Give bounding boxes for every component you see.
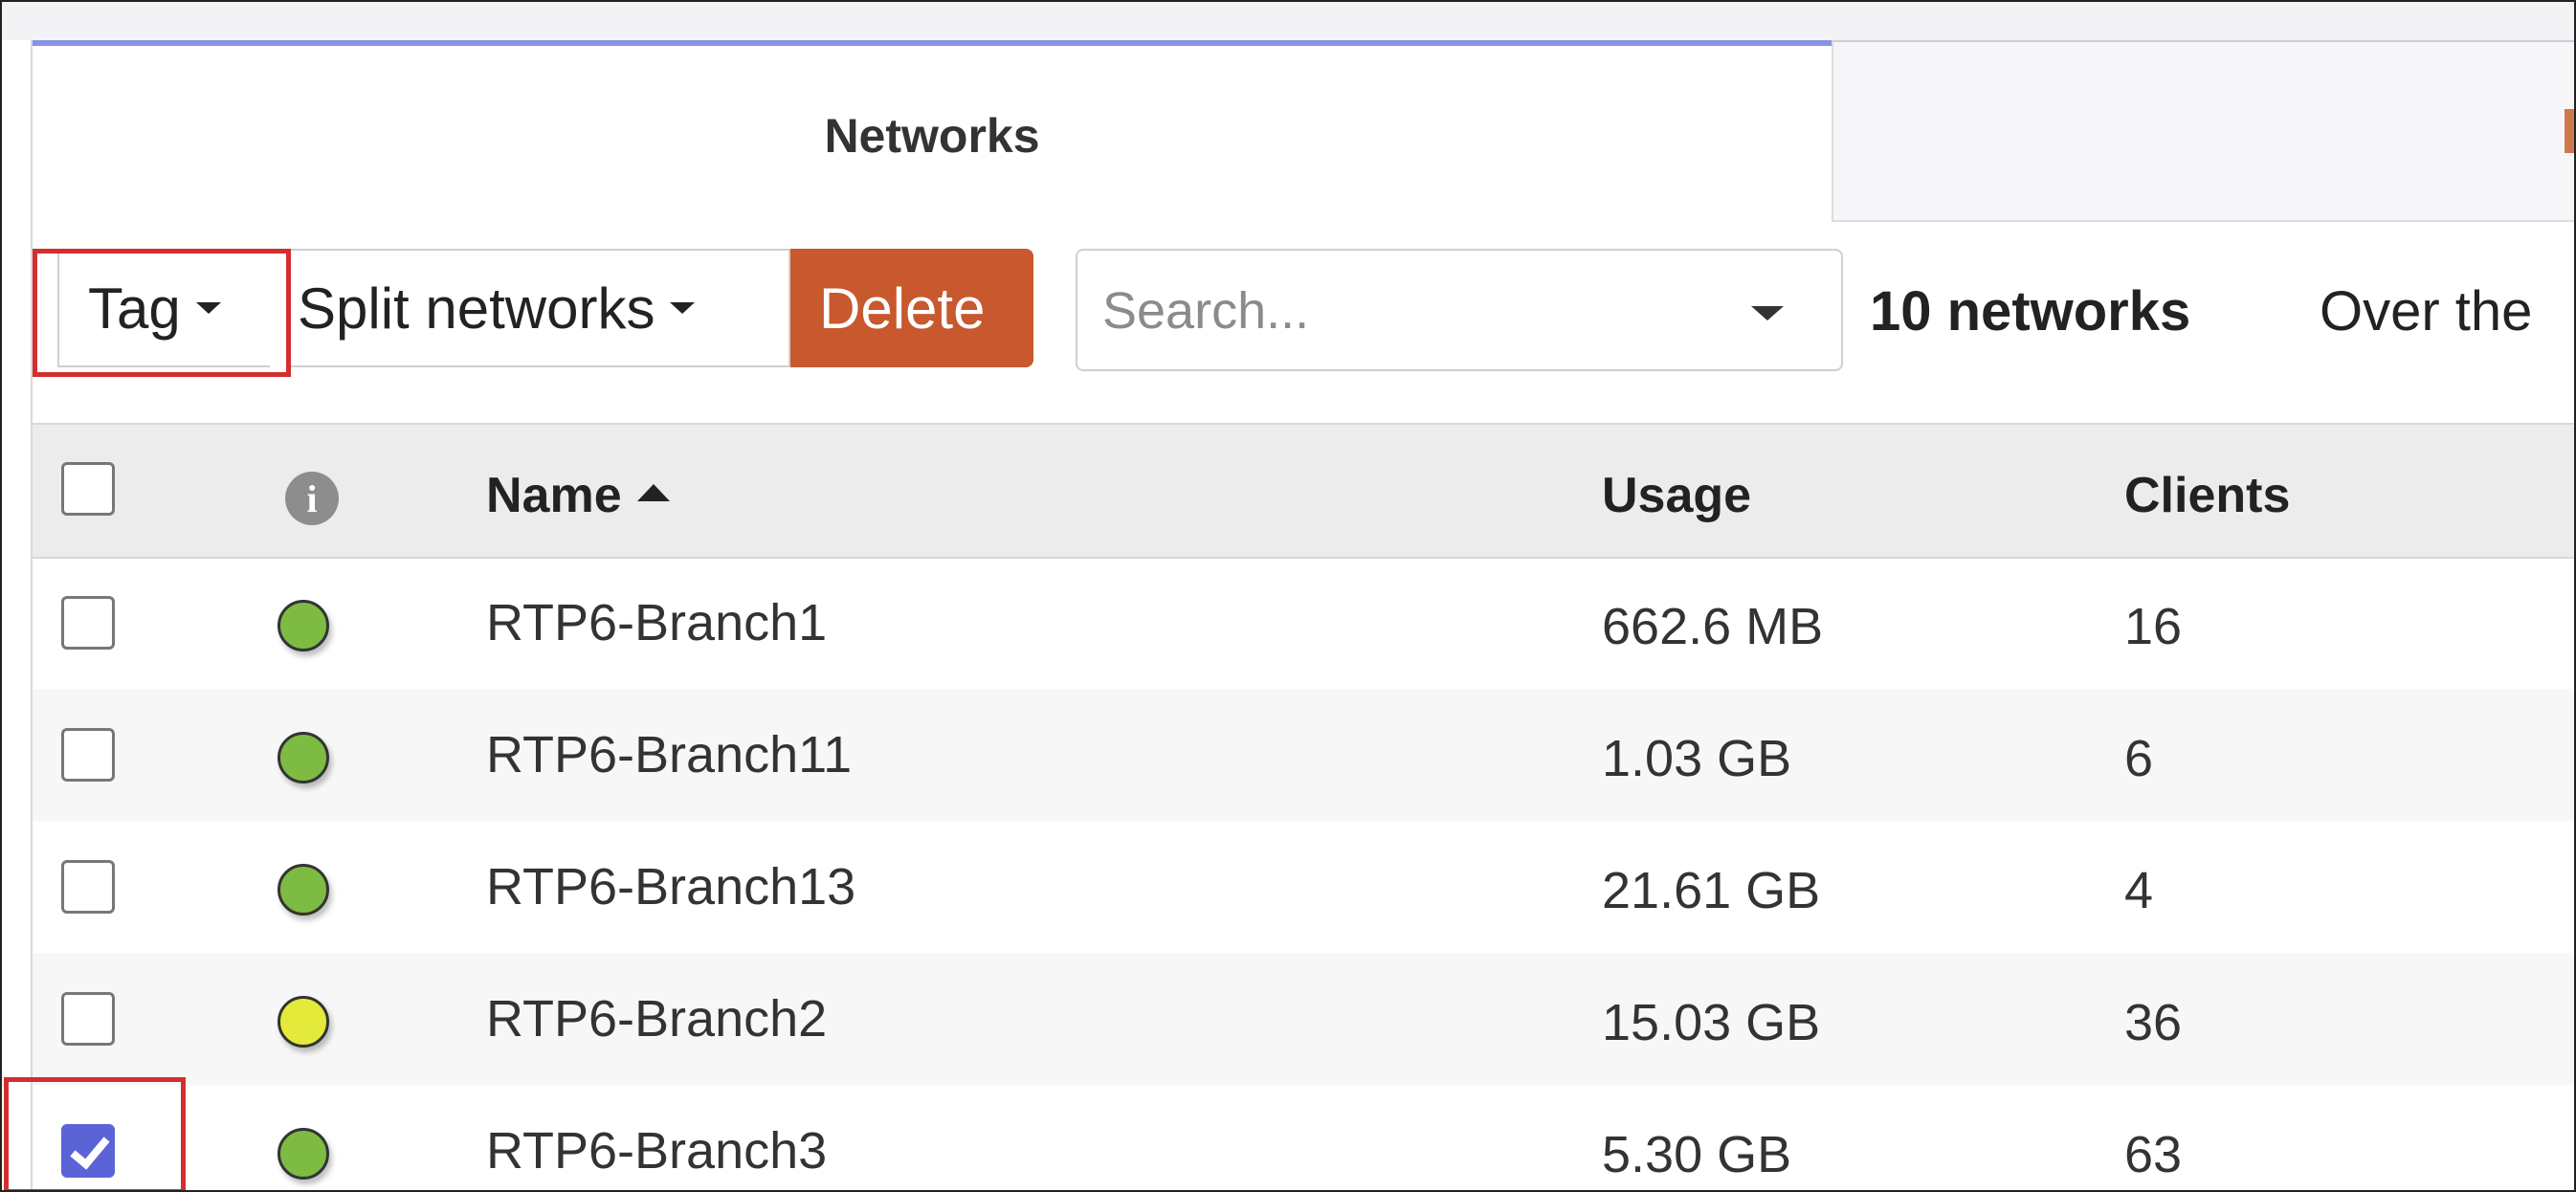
sort-ascending-icon	[636, 484, 670, 502]
tab-other[interactable]	[1832, 42, 2574, 222]
row-checkbox[interactable]	[61, 728, 115, 782]
table-row[interactable]: RTP6-Branch13 21.61 GB 4	[33, 821, 2574, 953]
search-input[interactable]	[1100, 272, 1717, 350]
network-name[interactable]: RTP6-Branch13	[486, 857, 855, 916]
over-the-text: Over the	[2320, 280, 2533, 342]
tab-networks[interactable]: Networks	[33, 40, 1832, 226]
row-checkbox[interactable]	[61, 596, 115, 650]
row-checkbox[interactable]	[61, 992, 115, 1046]
status-yellow-icon	[278, 996, 329, 1048]
toolbar: Tag Split networks Delete 10 networks Ov…	[33, 241, 2574, 375]
table-row[interactable]: RTP6-Branch11 1.03 GB 6	[33, 689, 2574, 821]
status-green-icon	[278, 600, 329, 651]
clients-value: 36	[2124, 994, 2183, 1051]
usage-value: 5.30 GB	[1602, 1126, 1792, 1183]
network-count: 10 networks	[1870, 280, 2191, 342]
app-frame: Networks Tag Split networks Delete 10 ne…	[0, 0, 2576, 1192]
status-green-icon	[278, 1128, 329, 1180]
status-green-icon	[278, 732, 329, 784]
column-header-clients[interactable]: Clients	[2124, 467, 2290, 524]
row-checkbox[interactable]	[61, 860, 115, 914]
info-icon[interactable]: i	[285, 472, 339, 525]
clients-value: 6	[2124, 730, 2154, 787]
usage-value: 21.61 GB	[1602, 862, 1821, 919]
usage-value: 662.6 MB	[1602, 598, 1824, 655]
clients-value: 16	[2124, 598, 2183, 655]
delete-button[interactable]: Delete	[790, 249, 1033, 367]
table-header: i Name Usage Clients	[33, 423, 2574, 559]
search-dropdown-icon[interactable]	[1751, 306, 1784, 320]
table-row[interactable]: RTP6-Branch1 662.6 MB 16	[33, 557, 2574, 689]
clients-value: 63	[2124, 1126, 2183, 1183]
tag-label: Tag	[88, 276, 181, 341]
left-edge	[2, 40, 33, 1190]
status-green-icon	[278, 864, 329, 916]
select-all-checkbox[interactable]	[61, 462, 115, 516]
clients-value: 4	[2124, 862, 2154, 919]
table-row[interactable]: RTP6-Branch2 15.03 GB 36	[33, 953, 2574, 1085]
column-header-usage[interactable]: Usage	[1602, 467, 1751, 524]
delete-label: Delete	[819, 276, 986, 341]
search-box[interactable]	[1076, 249, 1843, 371]
usage-value: 15.03 GB	[1602, 994, 1821, 1051]
network-name[interactable]: RTP6-Branch11	[486, 725, 852, 784]
network-name[interactable]: RTP6-Branch1	[486, 593, 827, 652]
usage-value: 1.03 GB	[1602, 730, 1792, 787]
split-networks-dropdown-button[interactable]: Split networks	[289, 249, 790, 367]
chevron-down-icon	[195, 302, 221, 314]
tab-networks-label: Networks	[824, 109, 1040, 163]
column-header-name[interactable]: Name	[486, 467, 670, 524]
network-name[interactable]: RTP6-Branch2	[486, 989, 827, 1049]
tag-dropdown-button[interactable]: Tag	[57, 249, 270, 367]
top-strip	[2, 2, 2574, 42]
table-row[interactable]: RTP6-Branch3 5.30 GB 63	[33, 1085, 2574, 1190]
network-name[interactable]: RTP6-Branch3	[486, 1121, 827, 1181]
split-networks-label: Split networks	[298, 276, 655, 341]
row-checkbox-checked[interactable]	[61, 1124, 115, 1178]
tab-other-clipped-label	[2565, 109, 2574, 153]
chevron-down-icon	[670, 302, 696, 314]
